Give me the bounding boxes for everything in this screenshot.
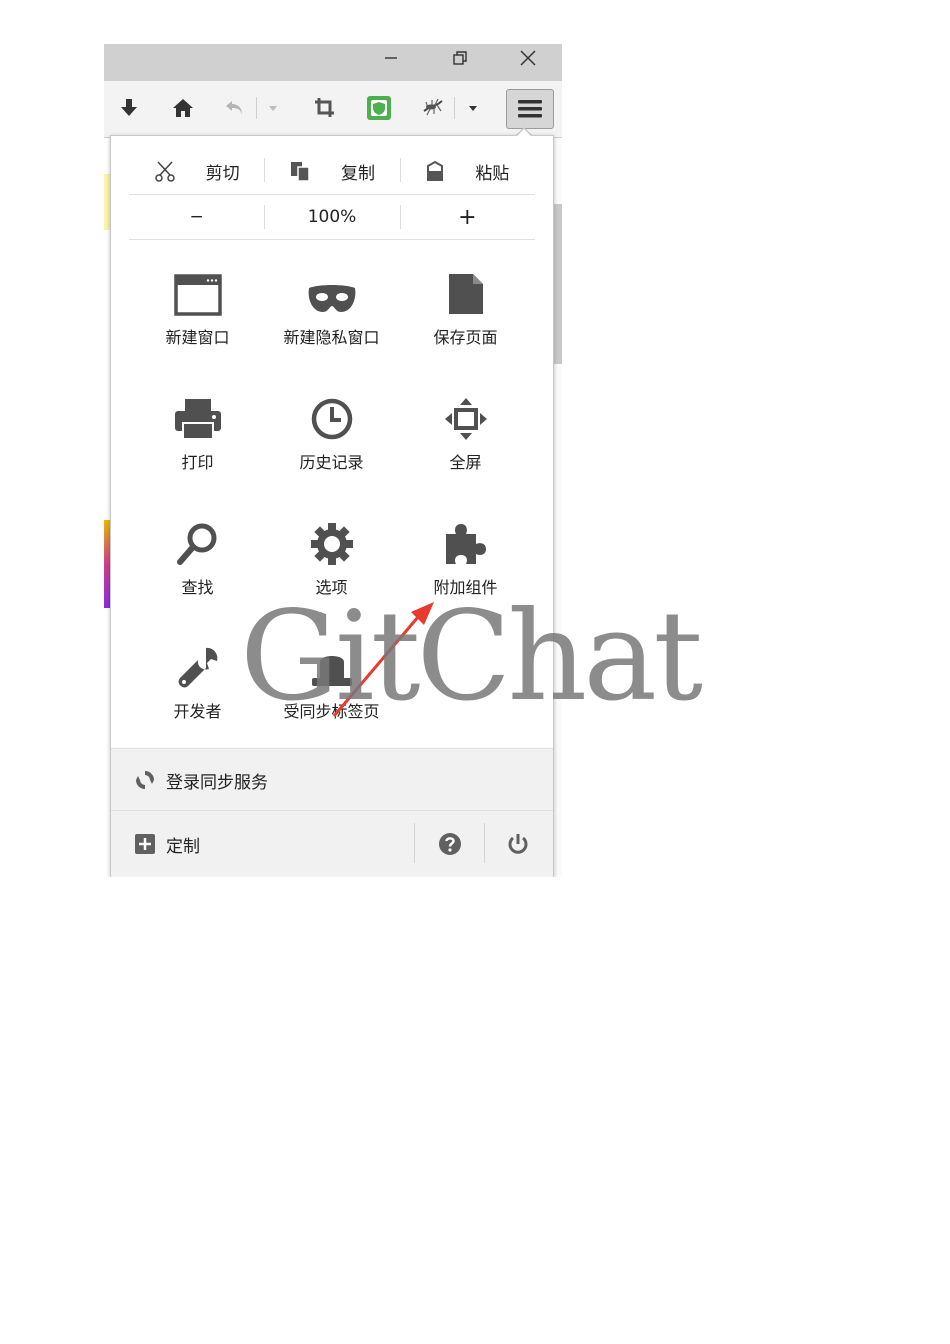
watermark-text: GitChat (240, 585, 703, 729)
